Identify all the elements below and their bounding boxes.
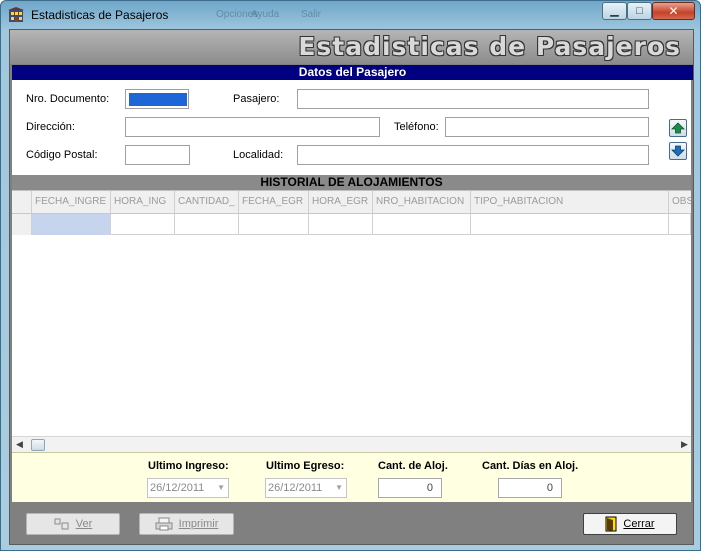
col-header-nro-habitacion[interactable]: NRO_HABITACION — [373, 191, 471, 213]
col-header-hora-egr[interactable]: HORA_EGR — [309, 191, 373, 213]
col-header-tipo-habitacion[interactable]: TIPO_HABITACION — [471, 191, 669, 213]
footer-bar: Ver Imprimir Cerrar — [10, 504, 693, 544]
record-down-button[interactable] — [669, 142, 687, 160]
record-up-button[interactable] — [669, 119, 687, 137]
app-icon — [8, 7, 24, 22]
cant-dias-field: 0 — [498, 478, 562, 498]
close-button[interactable]: ✕ — [652, 2, 695, 20]
pasajero-label: Pasajero: — [233, 93, 280, 105]
imprimir-button[interactable]: Imprimir — [139, 513, 234, 535]
chevron-down-icon: ▼ — [335, 483, 343, 492]
ver-label: Ver — [75, 518, 93, 530]
cerrar-button[interactable]: Cerrar — [583, 513, 677, 535]
grid-cell[interactable] — [239, 214, 309, 235]
ver-button[interactable]: Ver — [26, 513, 120, 535]
grid-cell[interactable] — [669, 214, 691, 235]
cant-aloj-field: 0 — [378, 478, 442, 498]
codigo-postal-label: Código Postal: — [26, 149, 98, 161]
ultimo-egreso-value: 26/12/2011 — [268, 482, 323, 494]
scroll-right-icon[interactable]: ▶ — [681, 439, 688, 450]
row-header-cell[interactable] — [12, 214, 32, 235]
telefono-input[interactable] — [445, 117, 649, 137]
documento-label: Nro. Documento: — [26, 93, 110, 105]
ultimo-ingreso-value: 26/12/2011 — [150, 482, 205, 494]
printer-icon — [155, 517, 173, 531]
ultimo-ingreso-label: Ultimo Ingreso: — [148, 460, 229, 472]
maximize-icon: □ — [636, 5, 643, 17]
col-header-fecha-egr[interactable]: FECHA_EGR — [239, 191, 309, 213]
direccion-input[interactable] — [125, 117, 380, 137]
app-window: Estadisticas de Pasajeros Opciones Ayuda… — [0, 0, 701, 551]
stats-panel: Ultimo Ingreso: 26/12/2011 ▼ Ultimo Egre… — [12, 452, 691, 502]
grid-cell[interactable] — [471, 214, 669, 235]
documento-input[interactable] — [125, 89, 189, 109]
direccion-label: Dirección: — [26, 121, 75, 133]
window-title: Estadisticas de Pasajeros — [31, 8, 169, 22]
grid-cell[interactable] — [175, 214, 239, 235]
documento-value — [129, 93, 187, 106]
localidad-input[interactable] — [297, 145, 649, 165]
cerrar-label: Cerrar — [623, 518, 655, 530]
col-header-hora-ing[interactable]: HORA_ING — [111, 191, 175, 213]
minimize-icon: ▁ — [610, 5, 619, 17]
passenger-form: Nro. Documento: Pasajero: Dirección: Tel… — [12, 80, 691, 175]
grid-cell[interactable] — [111, 214, 175, 235]
table-row[interactable] — [12, 214, 691, 235]
banner-title: Estadisticas de Pasajeros — [298, 32, 681, 61]
exit-door-icon — [605, 516, 617, 532]
cant-aloj-label: Cant. de Aloj. — [378, 460, 448, 472]
history-section-title: HISTORIAL DE ALOJAMIENTOS — [12, 175, 691, 190]
history-grid[interactable]: FECHA_INGRE HORA_ING CANTIDAD_ FECHA_EGR… — [12, 190, 691, 453]
grid-cell-selected[interactable] — [32, 214, 111, 235]
header-banner: Estadisticas de Pasajeros — [10, 30, 693, 64]
horizontal-scrollbar[interactable]: ◀ ▶ — [12, 436, 691, 453]
passenger-section-title: Datos del Pasajero — [12, 65, 693, 80]
grid-cell[interactable] — [309, 214, 373, 235]
cant-dias-label: Cant. Días en Aloj. — [482, 460, 579, 472]
grid-header: FECHA_INGRE HORA_ING CANTIDAD_ FECHA_EGR… — [12, 191, 691, 214]
chevron-down-icon: ▼ — [217, 483, 225, 492]
maximize-button[interactable]: □ — [627, 2, 652, 20]
grid-row-header-corner — [12, 191, 32, 213]
col-header-fecha-ingre[interactable]: FECHA_INGRE — [32, 191, 111, 213]
title-bar[interactable]: Estadisticas de Pasajeros Opciones Ayuda… — [1, 1, 700, 29]
localidad-label: Localidad: — [233, 149, 284, 161]
grid-cell[interactable] — [373, 214, 471, 235]
imprimir-label: Imprimir — [178, 518, 219, 530]
pasajero-input[interactable] — [297, 89, 649, 109]
minimize-button[interactable]: ▁ — [602, 2, 627, 20]
arrow-down-icon — [671, 145, 685, 157]
col-header-cantidad[interactable]: CANTIDAD_ — [175, 191, 239, 213]
ultimo-egreso-label: Ultimo Egreso: — [266, 460, 345, 472]
scroll-left-icon[interactable]: ◀ — [16, 439, 23, 450]
close-icon: ✕ — [668, 4, 679, 18]
client-area: Estadisticas de Pasajeros Datos del Pasa… — [9, 29, 694, 545]
codigo-postal-input[interactable] — [125, 145, 190, 165]
ghost-menu-salir: Salir — [301, 9, 322, 20]
ultimo-ingreso-date: 26/12/2011 ▼ — [147, 478, 229, 498]
telefono-label: Teléfono: — [394, 121, 439, 133]
ultimo-egreso-date: 26/12/2011 ▼ — [265, 478, 347, 498]
col-header-observ[interactable]: OBSERV — [669, 191, 691, 213]
arrow-up-icon — [671, 122, 685, 134]
ghost-menu-ayuda: Ayuda — [251, 9, 280, 20]
scrollbar-thumb[interactable] — [31, 439, 45, 451]
view-icon — [54, 518, 69, 530]
